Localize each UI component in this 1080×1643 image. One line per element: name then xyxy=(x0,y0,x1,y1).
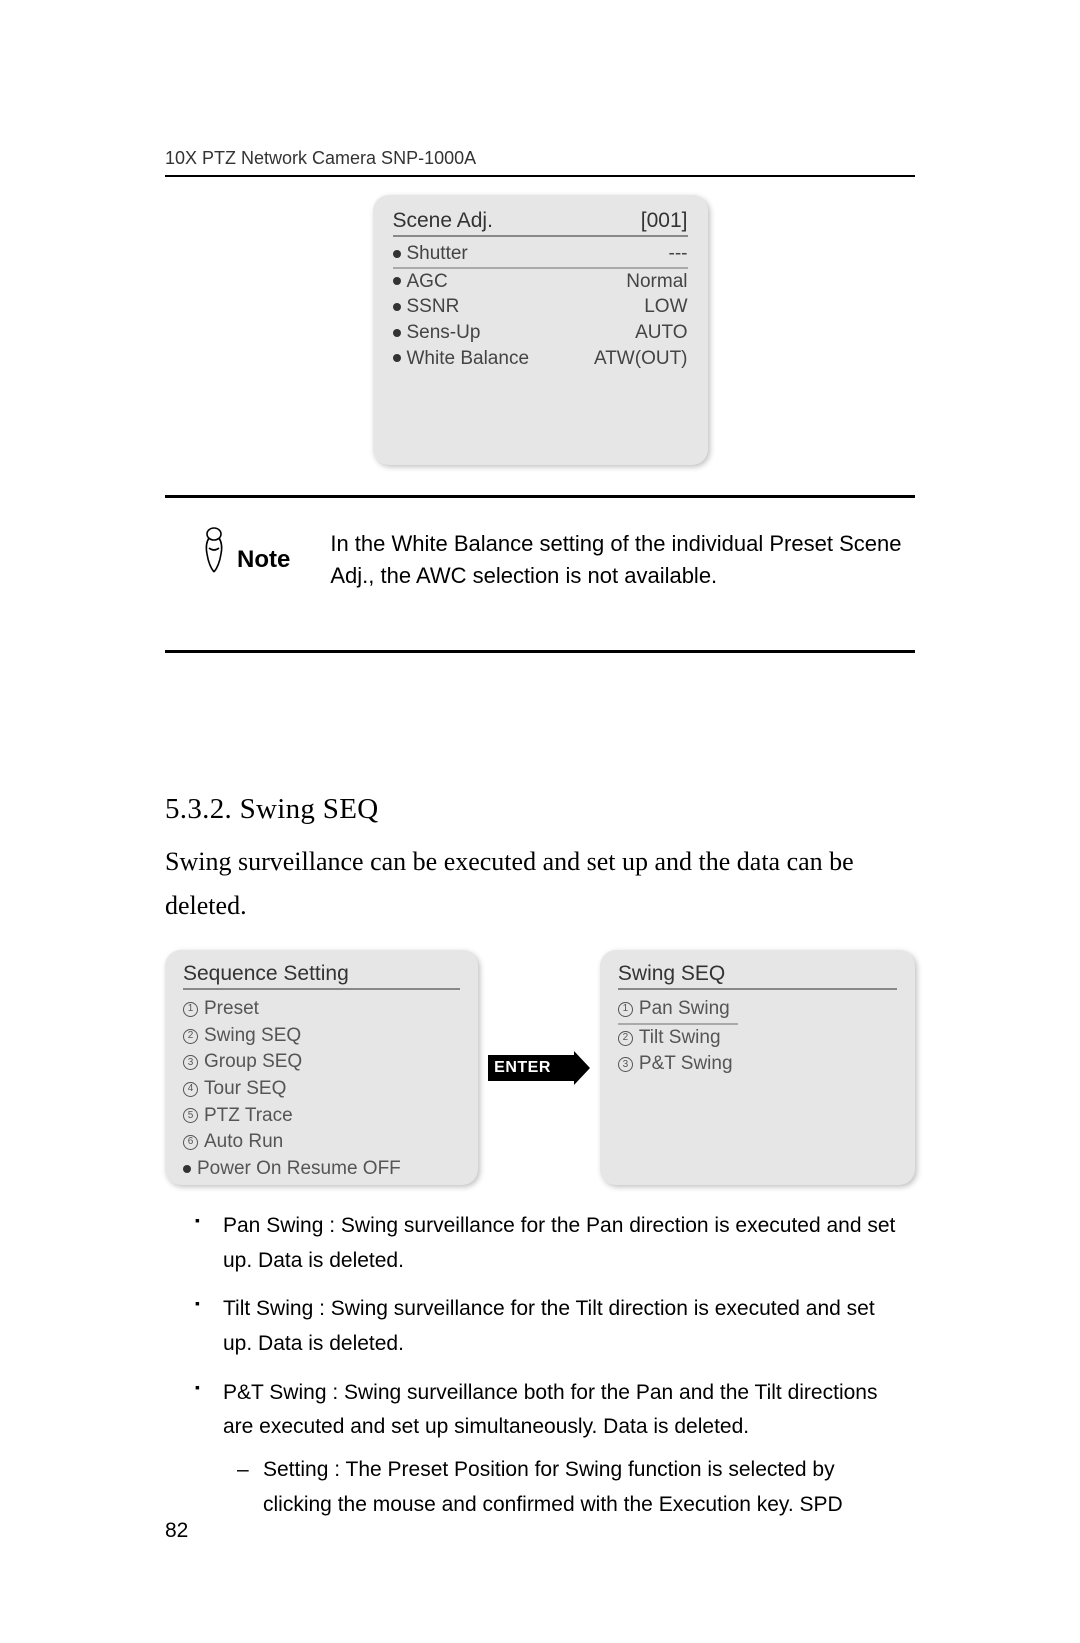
bullet-dot xyxy=(393,277,401,285)
scene-item: AGC Normal xyxy=(393,269,688,295)
scene-item-label: AGC xyxy=(407,269,448,295)
arrow-right-icon xyxy=(556,1051,590,1085)
menu-item: 3P&T Swing xyxy=(618,1051,897,1078)
scene-item-label: Sens-Up xyxy=(407,320,481,346)
menu-item: 1Preset xyxy=(183,996,460,1023)
swing-seq-panel: Swing SEQ 1Pan Swing 2Tilt Swing 3P&T Sw… xyxy=(600,950,915,1185)
panel-title: Sequence Setting xyxy=(183,962,460,990)
scene-item-value: LOW xyxy=(644,294,687,320)
menu-item: 5PTZ Trace xyxy=(183,1103,460,1130)
divider xyxy=(165,650,915,653)
section-body: Swing surveillance can be executed and s… xyxy=(165,840,915,928)
scene-item-value: Normal xyxy=(626,269,687,295)
bullet-dot xyxy=(393,329,401,337)
note-hand-icon xyxy=(195,526,233,574)
scene-adj-title: Scene Adj. xyxy=(393,209,493,233)
bullet-dot xyxy=(393,303,401,311)
section-heading: 5.3.2. Swing SEQ xyxy=(165,793,915,826)
sub-bullet-item: Setting : The Preset Position for Swing … xyxy=(263,1453,905,1522)
scene-item: SSNR LOW xyxy=(393,294,688,320)
scene-adj-index: [001] xyxy=(641,209,688,233)
menu-item: 1Pan Swing xyxy=(618,996,738,1025)
enter-badge: ENTER xyxy=(488,1055,557,1081)
scene-item: White Balance ATW(OUT) xyxy=(393,346,688,372)
panel-title: Swing SEQ xyxy=(618,962,897,990)
header-text: 10X PTZ Network Camera SNP-1000A xyxy=(165,148,915,177)
menu-item: 3Group SEQ xyxy=(183,1049,460,1076)
bullet-item: P&T Swing : Swing surveillance both for … xyxy=(223,1376,905,1523)
page-number: 82 xyxy=(165,1519,188,1543)
scene-item-label: White Balance xyxy=(407,346,530,372)
scene-item-value: --- xyxy=(669,241,688,267)
scene-item: Shutter --- xyxy=(393,241,688,269)
bullet-item: Tilt Swing : Swing surveillance for the … xyxy=(223,1292,905,1361)
scene-item-label: SSNR xyxy=(407,294,460,320)
scene-adj-panel: Scene Adj. [001] Shutter --- AGC Normal … xyxy=(373,195,708,465)
bullet-dot xyxy=(393,250,401,258)
scene-item-label: Shutter xyxy=(407,241,468,267)
menu-item: Power On Resume OFF xyxy=(183,1156,460,1183)
bullet-dot xyxy=(393,354,401,362)
sequence-setting-panel: Sequence Setting 1Preset 2Swing SEQ 3Gro… xyxy=(165,950,478,1185)
bullet-list: Pan Swing : Swing surveillance for the P… xyxy=(165,1209,915,1522)
menu-item: 2Swing SEQ xyxy=(183,1023,460,1050)
enter-arrow: ENTER xyxy=(488,1051,590,1085)
scene-item-value: AUTO xyxy=(635,320,687,346)
menu-item: 6Auto Run xyxy=(183,1129,460,1156)
note-label: Note xyxy=(237,546,290,574)
scene-item: Sens-Up AUTO xyxy=(393,320,688,346)
note-block: Note In the White Balance setting of the… xyxy=(165,498,915,620)
note-text: In the White Balance setting of the indi… xyxy=(330,526,915,592)
menu-item: 4Tour SEQ xyxy=(183,1076,460,1103)
menu-item: 2Tilt Swing xyxy=(618,1025,897,1052)
scene-item-value: ATW(OUT) xyxy=(594,346,688,372)
bullet-item: Pan Swing : Swing surveillance for the P… xyxy=(223,1209,905,1278)
